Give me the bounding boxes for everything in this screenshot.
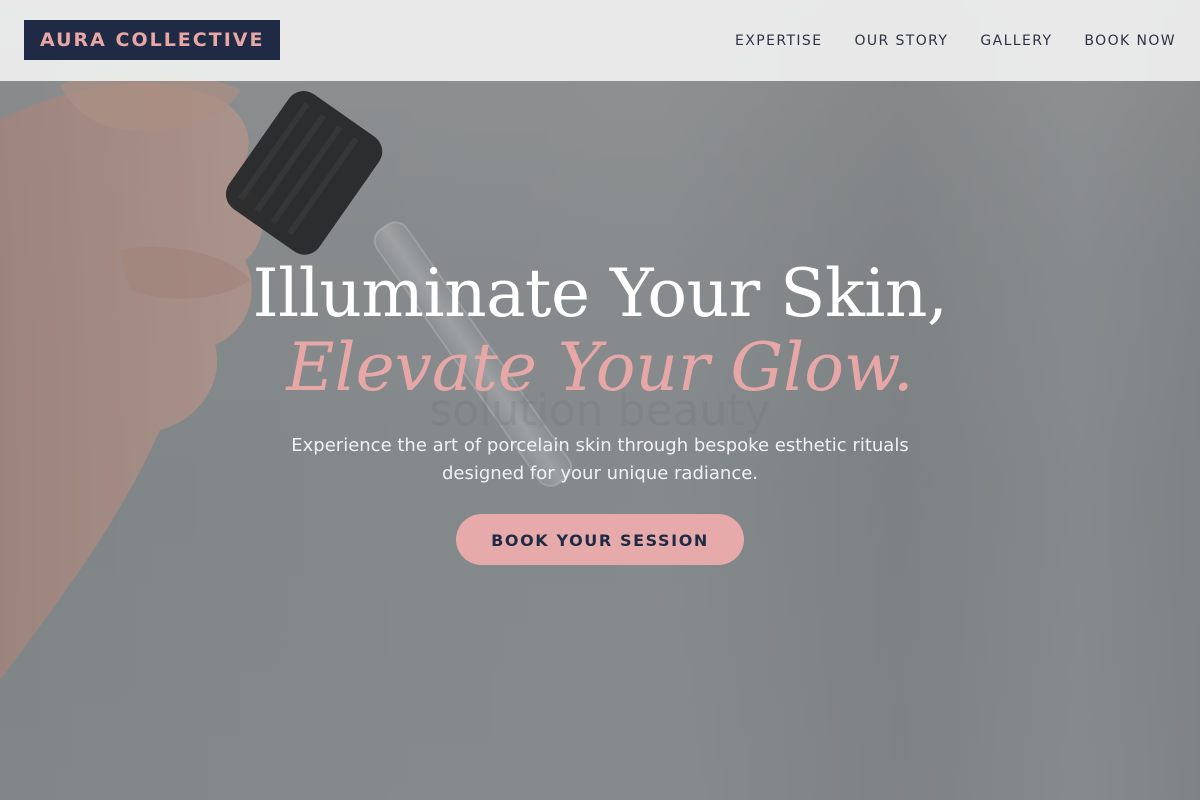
hero-headline-line-1: Illuminate Your Skin,: [252, 255, 948, 332]
main-nav: EXPERTISE OUR STORY GALLERY BOOK NOW: [735, 0, 1176, 81]
page: solution beauty AURA COLLECTIVE EXPERTIS…: [0, 0, 1200, 800]
book-session-button[interactable]: BOOK YOUR SESSION: [456, 514, 744, 565]
hero-section: Illuminate Your Skin, Elevate Your Glow.…: [0, 250, 1200, 565]
hero-headline-line-2: Elevate Your Glow.: [286, 329, 914, 406]
nav-link-book-now[interactable]: BOOK NOW: [1084, 33, 1176, 49]
nav-link-expertise[interactable]: EXPERTISE: [735, 33, 822, 49]
brand-logo[interactable]: AURA COLLECTIVE: [24, 20, 281, 60]
top-navbar: AURA COLLECTIVE EXPERTISE OUR STORY GALL…: [0, 0, 1200, 81]
nav-link-gallery[interactable]: GALLERY: [980, 33, 1052, 49]
nav-link-our-story[interactable]: OUR STORY: [854, 33, 948, 49]
hero-subtext: Experience the art of porcelain skin thr…: [291, 435, 909, 484]
